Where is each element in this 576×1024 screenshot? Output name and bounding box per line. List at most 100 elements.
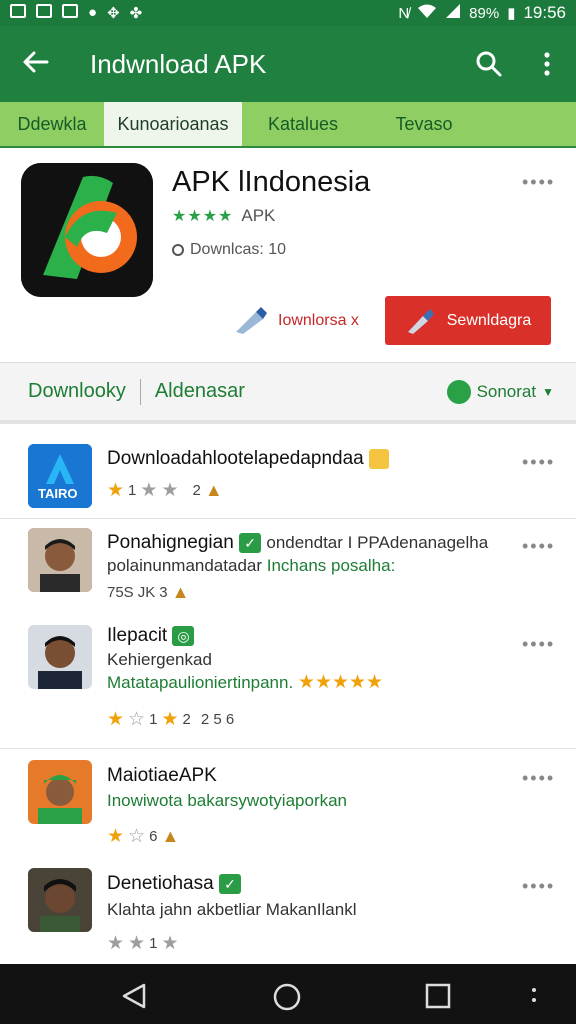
flame-icon: ▲ (204, 480, 223, 500)
star-icon: ★ (107, 480, 125, 501)
star-icon: ★ (140, 480, 158, 501)
item-icon-text: TAIRO (38, 486, 78, 501)
back-button[interactable] (0, 47, 72, 81)
chat-icon (446, 379, 471, 404)
app-icon[interactable] (21, 163, 153, 297)
sort-dropdown[interactable]: Sonorat ▼ (446, 379, 554, 404)
nav-home-button[interactable] (272, 982, 302, 1017)
badge-icon (369, 448, 390, 469)
download-button-label: Sewnldagra (446, 311, 532, 329)
item-title: Denetiohasa ✓ (107, 873, 241, 895)
item-subtitle: Kehiergenkad (107, 650, 212, 669)
chevron-down-icon: ▼ (542, 384, 554, 399)
item-icon-tairo: TAIRO (28, 444, 92, 508)
star-icon: ★ (161, 480, 179, 501)
triangle-back-icon (122, 983, 146, 1009)
section-downloads-link[interactable]: Downlooky (28, 380, 126, 403)
tab-bar: Ddewkla Kunoarioanas Katalues Tevaso (0, 102, 576, 148)
tab-tevaso[interactable]: Tevaso (364, 102, 484, 146)
hero-more-icon[interactable]: •••• (522, 172, 555, 193)
section-bar: Downlooky Aldenasar Sonorat ▼ (0, 362, 576, 424)
item-more-icon[interactable]: •••• (522, 536, 555, 557)
verified-badge-icon: ◎ (172, 625, 195, 646)
more-vert-icon (544, 52, 550, 76)
pencil-icon (236, 307, 267, 334)
check-badge-icon: ✓ (218, 873, 241, 894)
lite-download-button[interactable]: Iownlorsa x (232, 306, 359, 336)
overflow-menu-button[interactable] (518, 51, 576, 77)
avatar (28, 625, 92, 689)
item-description: Matatapaulioniertinpann. ★★★★★ (107, 672, 384, 693)
item-meta: ★ ☆ 6 ▲ (107, 826, 180, 847)
sort-label: Sonorat (476, 381, 537, 401)
star-icon: ★ (107, 709, 125, 730)
item-more-icon[interactable]: •••• (522, 452, 555, 473)
star-icon: ★ (107, 933, 125, 954)
item-meta: 75S JK 3 ▲ (107, 582, 190, 602)
section-aldenasar-link[interactable]: Aldenasar (155, 380, 245, 403)
page-title: Indwnload APK (90, 48, 267, 79)
battery-icon: ▮ (507, 5, 516, 22)
star-icon: ☆ (128, 709, 146, 730)
download-notification-icon: ● (88, 4, 98, 21)
rating-stars-icon: ★★★★ (172, 208, 234, 225)
nav-back-button[interactable] (120, 982, 148, 1015)
star-icon: ★ (128, 933, 146, 954)
star-icon: ☆ (128, 826, 146, 847)
flame-icon: ▲ (171, 582, 190, 602)
tab-ddewkla[interactable]: Ddewkla (0, 102, 104, 146)
search-icon (476, 51, 502, 77)
app-rating: ★★★★ APK (172, 206, 275, 226)
flame-icon: ▲ (161, 826, 180, 846)
signal-icon (445, 3, 461, 23)
avatar (28, 528, 92, 592)
clock: 19:56 (523, 3, 566, 22)
item-title: Downloadahlootelapedapndaa (107, 448, 390, 470)
status-bar: ● ✥ ✤ N̸ 89% ▮ 19:56 (0, 0, 576, 26)
star-icon: ★ (107, 826, 125, 847)
nav-recents-button[interactable] (424, 982, 452, 1015)
tab-katalues[interactable]: Katalues (242, 102, 364, 146)
download-button[interactable]: Sewnldagra (385, 296, 551, 345)
star-icon: ★ (161, 933, 179, 954)
search-button[interactable] (460, 50, 518, 78)
image-notification-icon (36, 4, 52, 18)
star-icon: ★ (161, 709, 179, 730)
downloads-count: Downlcas: 10 (190, 241, 287, 258)
mute-icon: N̸ (398, 4, 410, 22)
item-subtitle: Inowiwota bakarsywotyiaporkan (107, 791, 348, 810)
item-meta: ★ ★ 1 ★ (107, 933, 179, 954)
item-more-icon[interactable]: •••• (522, 634, 555, 655)
item-title: Ilepacit ◎ (107, 625, 195, 647)
app-bar: Indwnload APK (0, 26, 576, 102)
item-title: MaiotiaeAPK (107, 765, 217, 786)
item-meta: ★ ☆ 1 ★ 2 2 5 6 (107, 709, 235, 730)
wifi-icon (417, 3, 437, 23)
item-title: Ponahignegian ✓ ondendtar I PPAdenanagel… (107, 532, 489, 553)
tab-kunoarioanas[interactable]: Kunoarioanas (104, 102, 242, 146)
nav-menu-button[interactable] (530, 986, 538, 1011)
downloads-row: Downlcas: 10 (172, 241, 286, 259)
game-icon: ✤ (129, 5, 143, 22)
lite-download-label: Iownlorsa x (278, 312, 359, 329)
battery-percent: 89% (469, 4, 500, 22)
item-more-icon[interactable]: •••• (522, 876, 555, 897)
square-recents-icon (425, 983, 451, 1009)
brush-icon (407, 308, 434, 334)
system-nav-bar (0, 964, 576, 1024)
item-meta: ★ 1 ★ ★ 2 ▲ (107, 480, 223, 501)
rating-label: APK (241, 206, 276, 225)
avatar (28, 868, 92, 932)
item-more-icon[interactable]: •••• (522, 768, 555, 789)
item-subtitle: polainunmandatadar Inchans posalha: (107, 556, 396, 575)
circle-home-icon (273, 983, 301, 1011)
more-vert-icon (532, 988, 536, 1002)
avatar (28, 760, 92, 824)
photo-notification-icon (62, 4, 78, 18)
usb-icon: ✥ (107, 5, 120, 22)
arrow-left-icon (23, 51, 49, 73)
rating-stars-icon: ★★★★★ (297, 672, 384, 693)
gallery-notification-icon (10, 4, 26, 18)
divider (139, 378, 141, 405)
divider (0, 748, 576, 749)
